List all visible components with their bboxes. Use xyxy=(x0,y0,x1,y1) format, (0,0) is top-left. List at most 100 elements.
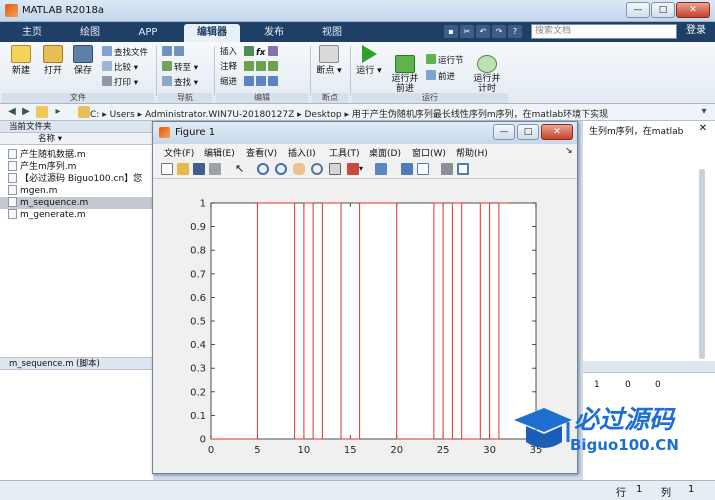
browse-icon[interactable]: ▸ xyxy=(52,106,64,118)
redo-icon[interactable]: ↷ xyxy=(492,25,506,38)
crumb-desktop[interactable]: Desktop xyxy=(305,110,342,120)
menu-insert[interactable]: 插入(I) xyxy=(288,146,316,159)
menu-file[interactable]: 文件(F) xyxy=(164,146,194,159)
dock-icon[interactable]: ↘ xyxy=(565,146,573,156)
editor-scrollbar[interactable] xyxy=(699,169,705,359)
file-item[interactable]: 产生随机数据.m xyxy=(0,149,153,161)
run-section-button[interactable]: 运行节 xyxy=(426,54,464,66)
compare-button[interactable]: 比较 ▾ xyxy=(102,61,138,73)
file-item[interactable]: m_generate.m xyxy=(0,209,153,221)
indent-button[interactable]: 缩进 xyxy=(220,76,237,88)
group-divider xyxy=(350,46,351,96)
pointer-icon[interactable]: ↖ xyxy=(235,163,247,175)
help-icon[interactable]: ? xyxy=(508,25,522,38)
insert-button[interactable]: 插入 xyxy=(220,46,237,58)
indent-icons[interactable] xyxy=(244,76,280,88)
figure-minimize-button[interactable]: — xyxy=(493,124,515,140)
colorbar-icon[interactable] xyxy=(401,163,413,175)
crumb-user[interactable]: Administrator.WIN7U-20180127Z xyxy=(145,110,294,120)
open-file-icon[interactable] xyxy=(177,163,189,175)
pan-hand-icon[interactable] xyxy=(293,163,305,175)
maximize-button[interactable]: □ xyxy=(651,2,675,18)
file-name: 产生m序列.m xyxy=(20,162,77,172)
show-tools-icon[interactable] xyxy=(457,163,469,175)
editor-tab-fragment[interactable]: 生列m序列，在matlab xyxy=(589,124,683,137)
print-figure-icon[interactable] xyxy=(209,163,221,175)
crumb-users[interactable]: Users xyxy=(110,110,135,120)
details-bar[interactable]: m_sequence.m (脚本) xyxy=(0,357,153,370)
crumb-folder[interactable]: 用于产生伪随机序列最长线性序列m序列，在matlab环境下实现 xyxy=(352,110,608,120)
row-label: 行 xyxy=(616,488,626,499)
run-button[interactable]: 运行 ▾ xyxy=(354,45,384,76)
breakpoints-button[interactable]: 断点 ▾ xyxy=(314,45,344,76)
breadcrumb[interactable]: C: ▸ Users ▸ Administrator.WIN7U-2018012… xyxy=(90,107,608,120)
comment-button[interactable]: 注释 xyxy=(220,61,237,73)
menu-window[interactable]: 窗口(W) xyxy=(412,146,446,159)
close-button[interactable]: ✕ xyxy=(676,2,710,18)
legend-icon[interactable] xyxy=(417,163,429,175)
data-cursor-icon[interactable] xyxy=(329,163,341,175)
advance-button[interactable]: 前进 xyxy=(426,70,455,82)
menu-tools[interactable]: 工具(T) xyxy=(329,146,360,159)
menu-view[interactable]: 查看(V) xyxy=(246,146,277,159)
print-button[interactable]: 打印 ▾ xyxy=(102,76,138,88)
insert-function-icon xyxy=(267,46,278,56)
tab-view[interactable]: 视图 xyxy=(308,24,356,42)
open-button[interactable]: 打开 xyxy=(38,45,68,76)
undo-icon[interactable]: ↶ xyxy=(476,25,490,38)
file-item[interactable]: 【必过源码 Biguo100.cn】您 xyxy=(0,173,153,185)
goto-button[interactable]: 转至 ▾ xyxy=(162,61,198,73)
file-item-selected[interactable]: m_sequence.m xyxy=(0,197,153,209)
name-column-header[interactable]: 名称 ▾ xyxy=(0,133,153,145)
tab-home[interactable]: 主页 xyxy=(8,24,56,42)
figure-maximize-button[interactable]: □ xyxy=(517,124,539,140)
run-advance-button[interactable]: 运行并 前进 xyxy=(388,45,422,94)
folder-up-icon[interactable] xyxy=(36,106,48,118)
find-files-button[interactable]: 查找文件 xyxy=(102,46,148,58)
search-input[interactable]: 搜索文档 xyxy=(531,24,677,39)
forward-icon[interactable]: ▶ xyxy=(20,106,32,118)
file-item[interactable]: 产生m序列.m xyxy=(0,161,153,173)
brush-icon[interactable] xyxy=(347,163,359,175)
file-name: 【必过源码 Biguo100.cn】您 xyxy=(20,174,143,184)
zoom-in-icon[interactable] xyxy=(257,163,269,175)
minimize-button[interactable]: — xyxy=(626,2,650,18)
link-plot-icon[interactable] xyxy=(375,163,387,175)
rotate-3d-icon[interactable] xyxy=(311,163,323,175)
menu-help[interactable]: 帮助(H) xyxy=(456,146,488,159)
tab-editor[interactable]: 编辑器 xyxy=(184,24,240,42)
comment-icons[interactable] xyxy=(244,61,280,73)
insert-icons[interactable]: fx xyxy=(244,46,280,58)
menu-edit[interactable]: 编辑(E) xyxy=(204,146,235,159)
figure-close-button[interactable]: ✕ xyxy=(541,124,573,140)
y-tick-label: 0 xyxy=(200,435,206,446)
save-figure-icon[interactable] xyxy=(193,163,205,175)
new-figure-icon[interactable] xyxy=(161,163,173,175)
nav-arrows[interactable] xyxy=(162,46,186,58)
y-tick-label: 0.4 xyxy=(190,340,206,351)
figure-title-bar[interactable]: Figure 1 — □ ✕ xyxy=(153,122,577,144)
close-tab-icon[interactable]: ✕ xyxy=(697,123,709,135)
path-dropdown-icon[interactable]: ▾ xyxy=(698,106,710,118)
tab-publish[interactable]: 发布 xyxy=(250,24,298,42)
tab-plots[interactable]: 绘图 xyxy=(66,24,114,42)
goto-label: 转至 xyxy=(174,63,192,73)
open-label: 打开 xyxy=(43,66,62,76)
crumb-drive[interactable]: C: xyxy=(90,110,99,120)
run-time-button[interactable]: 运行并 计时 xyxy=(470,45,504,94)
cut-icon[interactable]: ✂ xyxy=(460,25,474,38)
menu-desktop[interactable]: 桌面(D) xyxy=(369,146,401,159)
save-quick-icon[interactable]: ▪ xyxy=(444,25,458,38)
tab-apps[interactable]: APP xyxy=(124,24,172,42)
new-button[interactable]: 新建 xyxy=(6,45,36,76)
find-button[interactable]: 查找 ▾ xyxy=(162,76,198,88)
back-icon[interactable]: ◀ xyxy=(6,106,18,118)
run-icon xyxy=(361,45,377,63)
file-item[interactable]: mgen.m xyxy=(0,185,153,197)
login-button[interactable]: 登录 xyxy=(681,23,711,39)
y-tick-label: 0.8 xyxy=(190,246,206,257)
brush-dropdown-icon[interactable]: ▾ xyxy=(359,163,371,175)
zoom-out-icon[interactable] xyxy=(275,163,287,175)
save-button[interactable]: 保存 xyxy=(68,45,98,76)
hide-tools-icon[interactable] xyxy=(441,163,453,175)
